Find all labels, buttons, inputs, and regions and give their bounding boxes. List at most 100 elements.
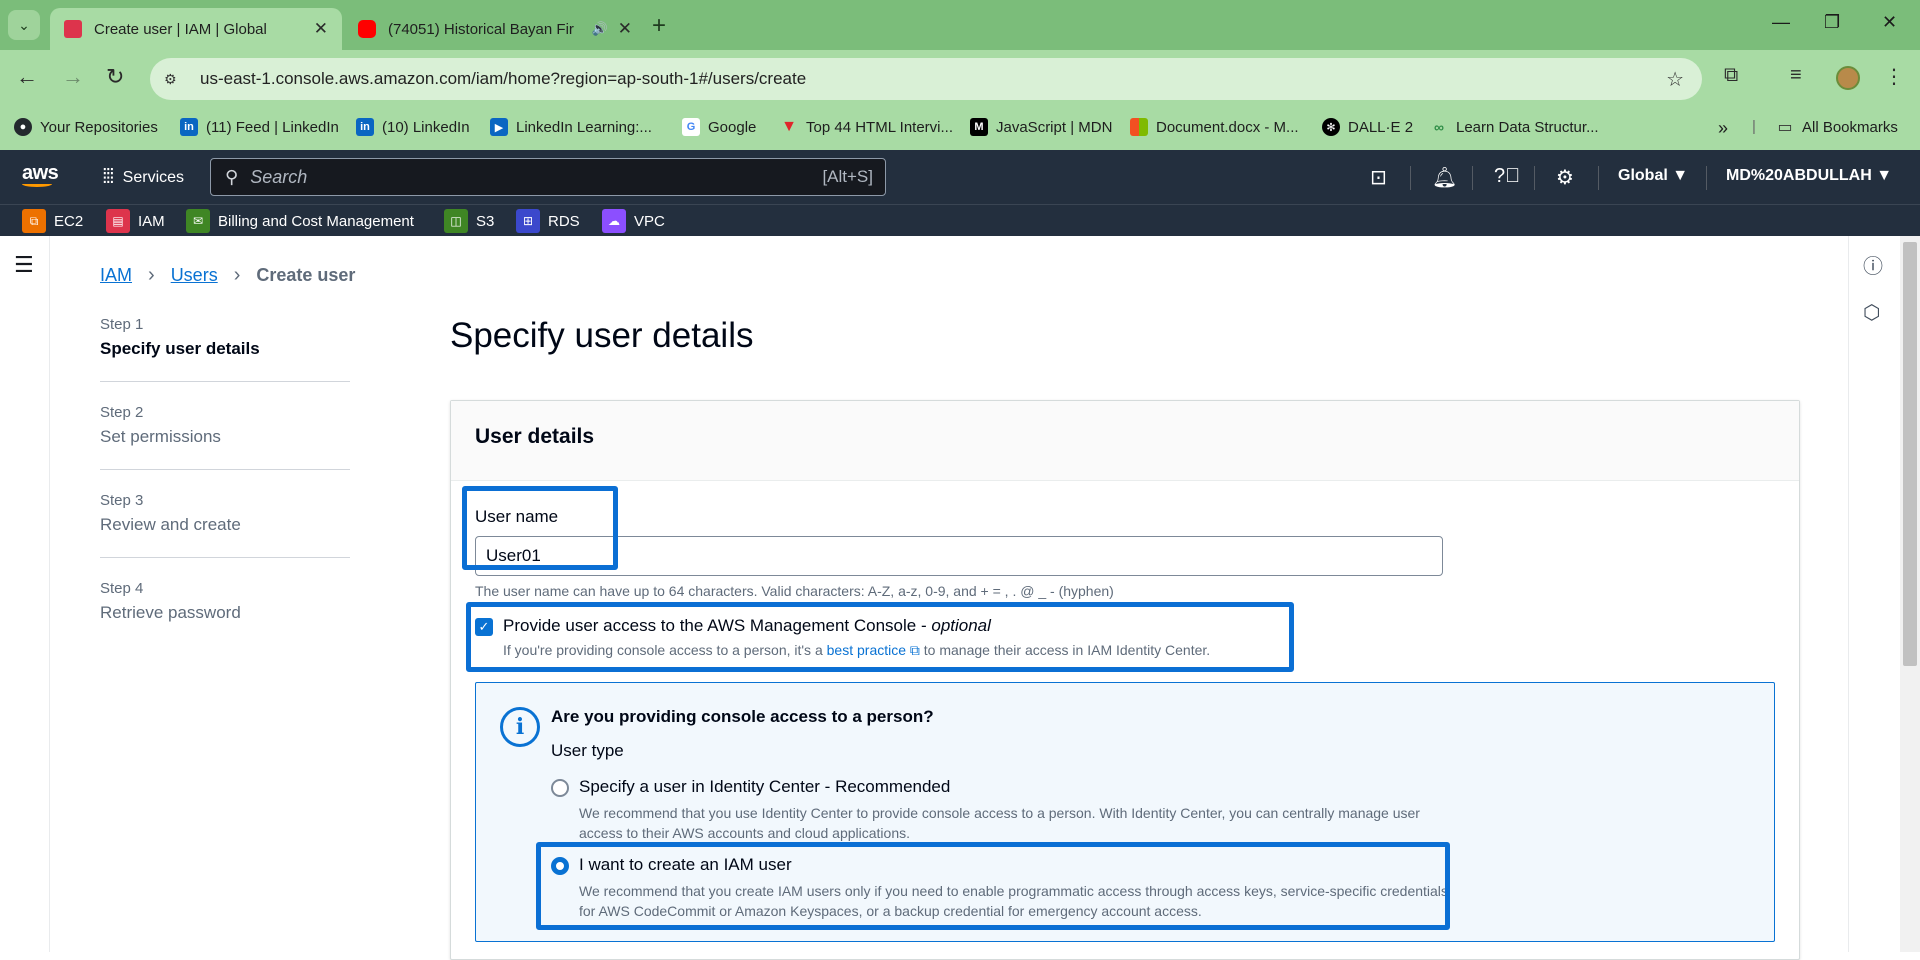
- info-icon: i: [500, 707, 540, 747]
- step-number: Step 1: [100, 316, 144, 333]
- console-access-label: Provide user access to the AWS Managemen…: [503, 616, 991, 635]
- bookmarks-bar: ● Your Repositories in (11) Feed | LinkedI…: [0, 106, 1920, 150]
- step-number: Step 2: [100, 404, 144, 421]
- browser-tab[interactable]: (74051) Historical Bayan Fir 🔊 ✕: [344, 8, 646, 50]
- account-menu[interactable]: MD%20ABDULLAH ▼: [1726, 167, 1892, 185]
- bookmark-item[interactable]: ▼ Top 44 HTML Intervi...: [780, 118, 953, 136]
- services-menu-button[interactable]: ⁞⁞⁞ Services: [102, 166, 184, 189]
- bookmark-item[interactable]: ✻ DALL·E 2: [1322, 118, 1413, 136]
- microsoft-icon: [1130, 118, 1148, 136]
- tab-title: Create user | IAM | Global: [94, 20, 267, 38]
- favorite-s3[interactable]: ◫ S3: [444, 209, 494, 233]
- bookmark-item[interactable]: G Google: [682, 118, 756, 136]
- bookmark-item[interactable]: in (11) Feed | LinkedIn: [180, 118, 339, 136]
- google-icon: G: [682, 118, 700, 136]
- profile-avatar[interactable]: [1836, 66, 1860, 90]
- restore-icon[interactable]: ❐: [1824, 12, 1840, 33]
- identity-center-option[interactable]: Specify a user in Identity Center - Reco…: [551, 777, 1449, 844]
- identity-center-radio[interactable]: [551, 779, 569, 797]
- user-details-panel: User details User name The user name can…: [450, 400, 1800, 960]
- username-input[interactable]: [475, 536, 1443, 576]
- nav-divider: [1598, 166, 1599, 190]
- favorite-ec2[interactable]: ⧉ EC2: [22, 209, 83, 233]
- search-placeholder: Search: [250, 166, 308, 187]
- favorite-vpc[interactable]: ☁ VPC: [602, 209, 665, 233]
- best-practice-link[interactable]: best practice: [827, 642, 906, 658]
- wizard-step-1[interactable]: Step 1 Specify user details: [100, 316, 350, 382]
- option-label: Specify a user in Identity Center - Reco…: [579, 777, 951, 796]
- linkedin-icon: in: [356, 118, 374, 136]
- close-tab-icon[interactable]: ✕: [618, 19, 632, 39]
- mdn-icon: M: [970, 118, 988, 136]
- site-info-icon[interactable]: ⚙: [164, 71, 188, 88]
- help-icon[interactable]: ?⃝: [1494, 165, 1520, 188]
- url-text[interactable]: us-east-1.console.aws.amazon.com/iam/hom…: [200, 69, 806, 89]
- folder-icon: ▭: [1777, 119, 1793, 136]
- speaker-icon[interactable]: 🔊: [592, 21, 608, 37]
- notifications-bell-icon[interactable]: 🔔︎: [1432, 165, 1457, 190]
- browser-tab-strip: ⌄ Create user | IAM | Global ✕ (74051) H…: [0, 0, 1920, 50]
- favorite-iam[interactable]: ▤ IAM: [106, 209, 165, 233]
- scrollbar-thumb[interactable]: [1903, 242, 1917, 666]
- tab-search-chevron-icon[interactable]: ⌄: [8, 10, 40, 40]
- username-label: User name: [475, 507, 559, 526]
- hamburger-menu-icon[interactable]: ☰: [14, 252, 34, 278]
- github-icon: ●: [14, 118, 32, 136]
- search-shortcut: [Alt+S]: [822, 167, 873, 186]
- aws-logo[interactable]: aws: [22, 162, 59, 187]
- left-nav-rail: ☰: [0, 236, 50, 952]
- console-access-checkbox[interactable]: ✓: [475, 618, 493, 636]
- browser-tab-active[interactable]: Create user | IAM | Global ✕: [50, 8, 342, 50]
- close-tab-icon[interactable]: ✕: [314, 19, 328, 39]
- wizard-step-3[interactable]: Step 3 Review and create: [100, 492, 350, 558]
- favorite-billing[interactable]: ✉ Billing and Cost Management: [186, 209, 414, 233]
- bookmark-item[interactable]: in (10) LinkedIn: [356, 118, 470, 136]
- region-selector[interactable]: Global ▼: [1618, 167, 1688, 185]
- external-link-icon[interactable]: ⧉: [910, 642, 920, 658]
- bookmark-item[interactable]: Document.docx - M...: [1130, 118, 1299, 136]
- window-close-icon[interactable]: ✕: [1882, 12, 1897, 33]
- new-tab-plus-icon[interactable]: +: [652, 12, 666, 40]
- step-number: Step 4: [100, 580, 144, 597]
- nav-divider: [1706, 166, 1707, 190]
- aws-search-input[interactable]: ⚲ Search [Alt+S]: [210, 158, 886, 196]
- breadcrumb-iam-link[interactable]: IAM: [100, 265, 132, 286]
- reload-icon[interactable]: ↻: [106, 64, 124, 90]
- iam-user-option[interactable]: I want to create an IAM user We recommen…: [551, 855, 1449, 922]
- bookmark-item[interactable]: ▶ LinkedIn Learning:...: [490, 118, 652, 136]
- breadcrumb-users-link[interactable]: Users: [171, 265, 218, 286]
- bookmark-item[interactable]: ● Your Repositories: [14, 118, 158, 136]
- console-access-checkbox-row[interactable]: ✓ Provide user access to the AWS Managem…: [475, 616, 1210, 659]
- hexagon-icon[interactable]: ⬡: [1863, 300, 1880, 325]
- page-title: Specify user details: [450, 316, 754, 355]
- settings-gear-icon[interactable]: ⚙: [1556, 165, 1574, 190]
- console-access-hint: If you're providing console access to a …: [503, 642, 1211, 658]
- browser-toolbar: ← → ↻ ⚙ us-east-1.console.aws.amazon.com…: [0, 50, 1920, 106]
- minimize-icon[interactable]: —: [1772, 12, 1790, 33]
- console-access-info-box: i Are you providing console access to a …: [475, 682, 1775, 942]
- cloudshell-icon[interactable]: ⊡: [1370, 165, 1387, 190]
- back-arrow-icon[interactable]: ←: [16, 64, 38, 90]
- all-bookmarks-button[interactable]: ▭ All Bookmarks: [1776, 118, 1897, 137]
- bookmark-item[interactable]: ∞ Learn Data Structur...: [1430, 118, 1599, 136]
- nav-divider: [1534, 166, 1535, 190]
- wizard-step-2[interactable]: Step 2 Set permissions: [100, 404, 350, 470]
- forward-arrow-icon[interactable]: →: [62, 64, 84, 90]
- info-circle-icon[interactable]: ⓘ: [1863, 250, 1883, 279]
- wizard-step-4[interactable]: Step 4 Retrieve password: [100, 580, 350, 645]
- step-label: Review and create: [100, 515, 241, 534]
- panel-title: User details: [475, 425, 595, 448]
- bookmark-star-icon[interactable]: ☆: [1666, 67, 1684, 92]
- address-bar[interactable]: ⚙ us-east-1.console.aws.amazon.com/iam/h…: [150, 58, 1702, 100]
- media-controls-icon[interactable]: ≡: [1790, 64, 1802, 87]
- wizard-steps: Step 1 Specify user details Step 2 Set p…: [100, 316, 350, 667]
- panel-header: User details: [451, 401, 1799, 481]
- favorite-rds[interactable]: ⊞ RDS: [516, 209, 580, 233]
- bookmark-item[interactable]: M JavaScript | MDN: [970, 118, 1112, 136]
- iam-user-radio[interactable]: [551, 857, 569, 875]
- aws-favorites-bar: ⧉ EC2 ▤ IAM ✉ Billing and Cost Management ◫…: [0, 204, 1920, 236]
- more-bookmarks-chevron-icon[interactable]: »: [1718, 118, 1728, 139]
- chrome-menu-icon[interactable]: ⋮: [1884, 64, 1904, 89]
- extensions-icon[interactable]: ⧉: [1724, 64, 1738, 87]
- right-tools-rail: ⓘ ⬡: [1848, 236, 1898, 952]
